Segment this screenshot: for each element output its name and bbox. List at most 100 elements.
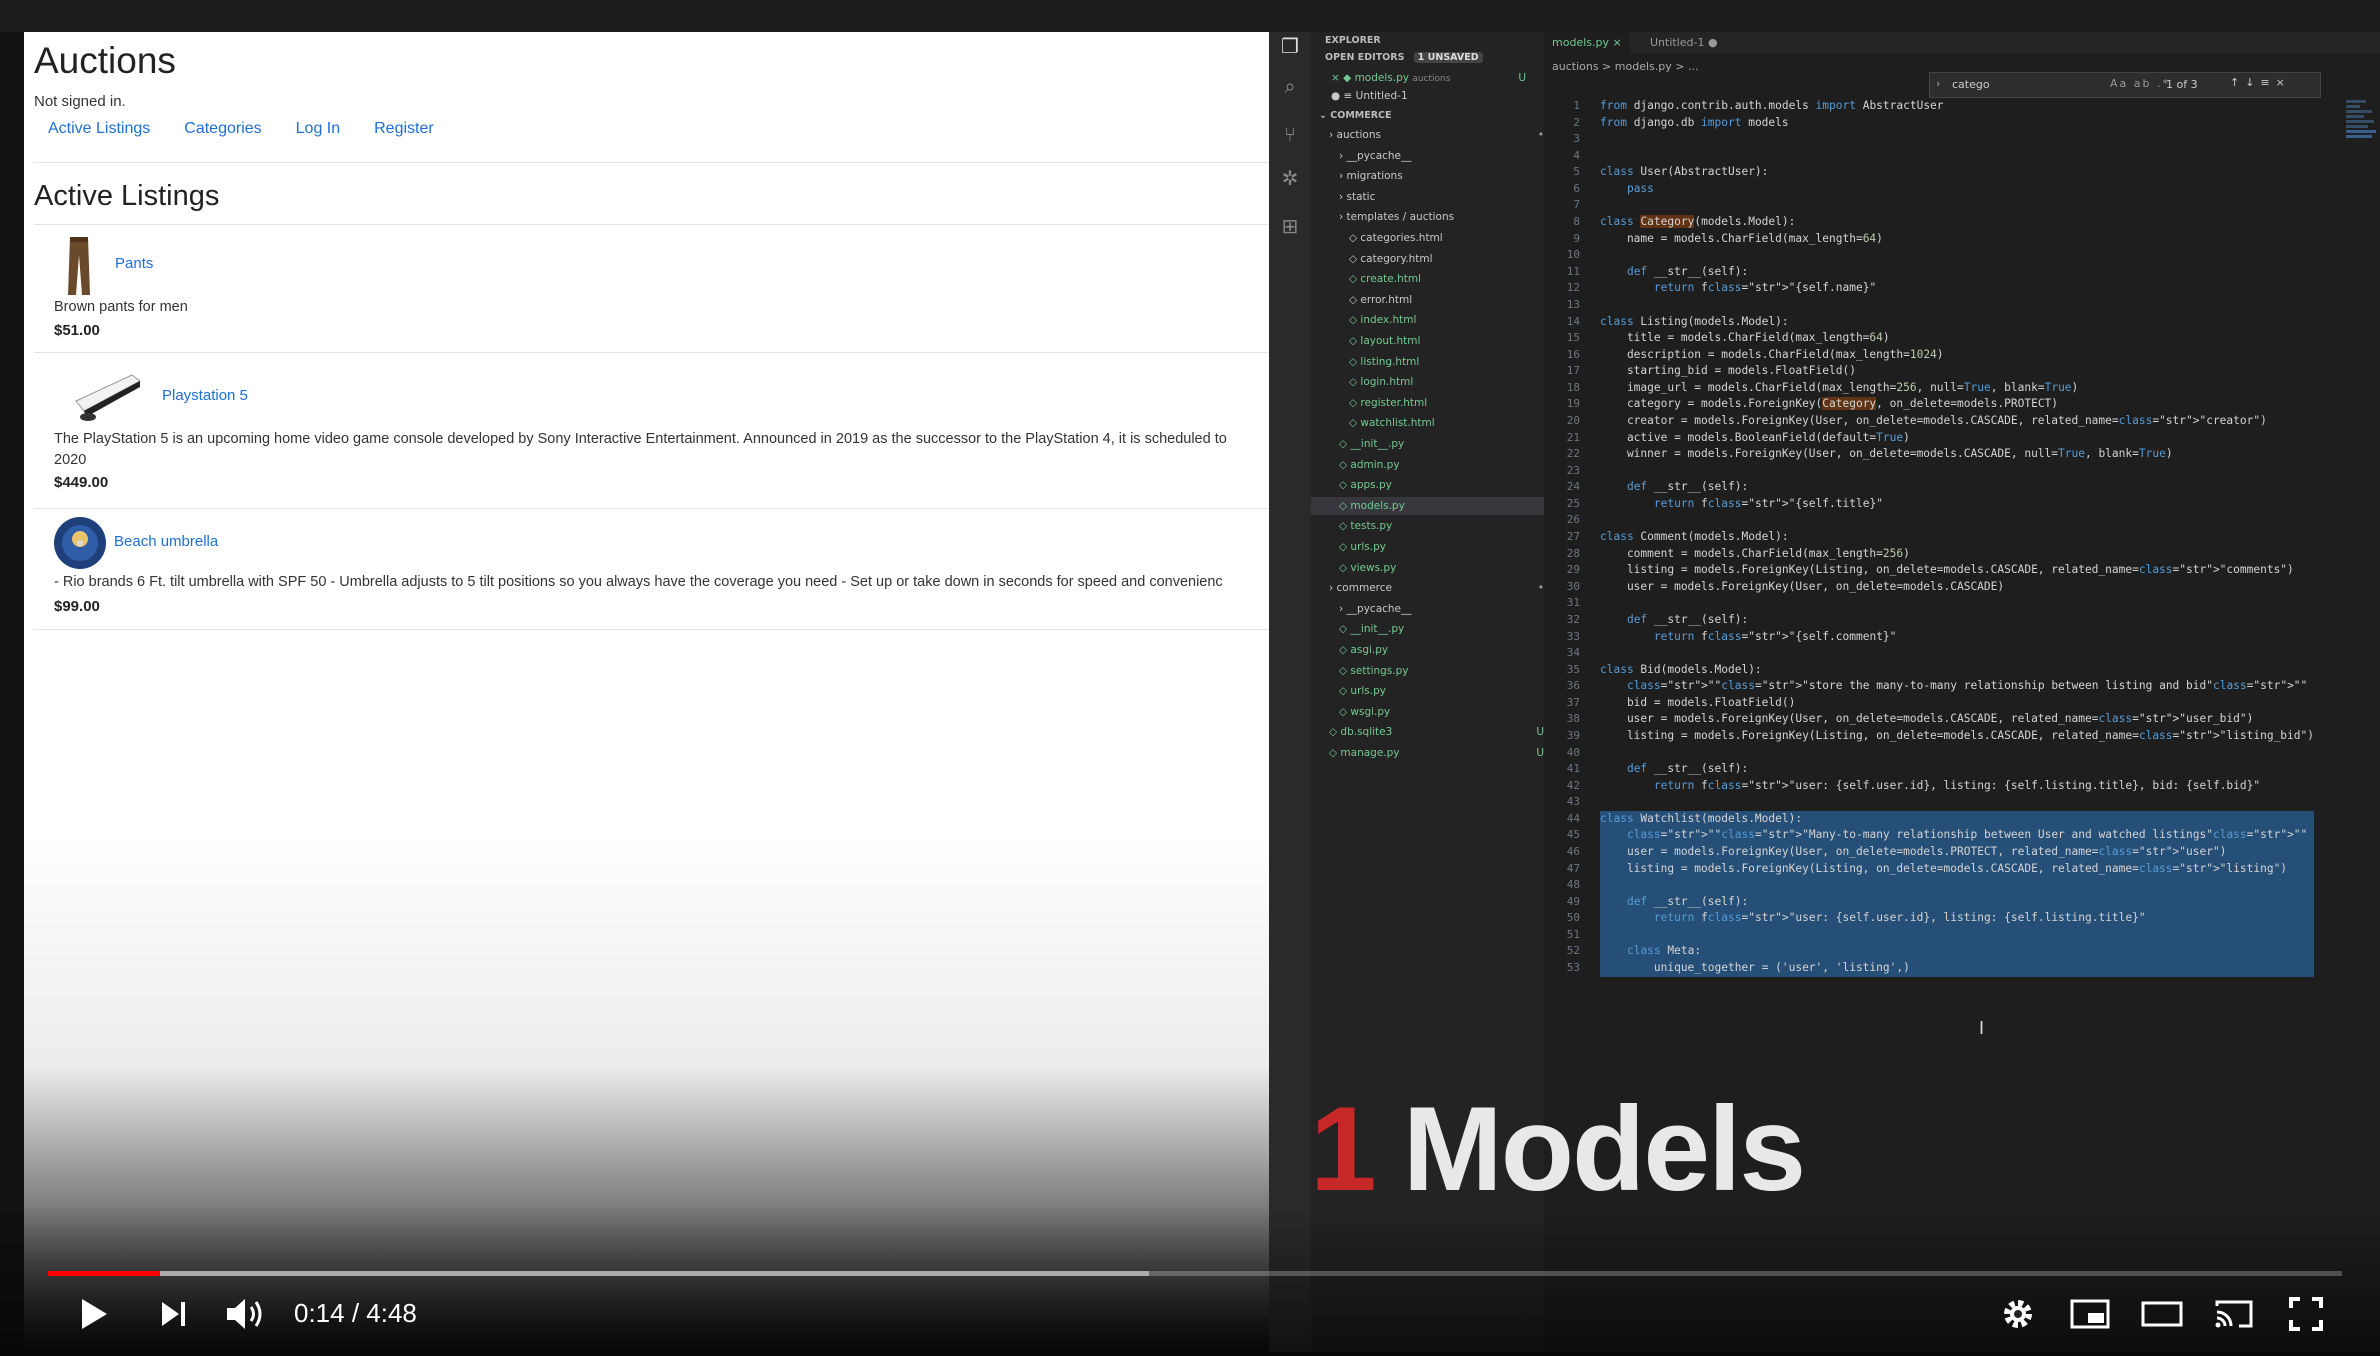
code-line[interactable]: def __str__(self): xyxy=(1600,893,2314,911)
code-line[interactable]: class="str">""class="str">"store the man… xyxy=(1600,678,2314,695)
code-line[interactable]: title = models.CharField(max_length=64) xyxy=(1600,330,2314,347)
project-header[interactable]: ⌄ COMMERCE xyxy=(1319,107,1552,125)
settings-button[interactable] xyxy=(1994,1290,2042,1338)
nav-log-in[interactable]: Log In xyxy=(296,120,340,138)
file-tree-item[interactable]: ◇ index.htmlU xyxy=(1311,311,1582,329)
code-line[interactable]: class Comment(models.Model): xyxy=(1600,529,2314,546)
nav-register[interactable]: Register xyxy=(374,120,434,138)
debug-icon[interactable]: ✲ xyxy=(1279,168,1301,190)
file-tree-item[interactable]: ◇ error.html xyxy=(1311,291,1582,309)
fullscreen-button[interactable] xyxy=(2282,1290,2330,1338)
code-line[interactable]: starting_bid = models.FloatField() xyxy=(1600,363,2314,380)
nav-active-listings[interactable]: Active Listings xyxy=(48,120,150,138)
file-tree-item[interactable]: › auctions • xyxy=(1311,126,1562,144)
code-line[interactable]: bid = models.FloatField() xyxy=(1600,695,2314,712)
code-line[interactable] xyxy=(1600,794,2314,811)
code-line[interactable]: user = models.ForeignKey(User, on_delete… xyxy=(1600,579,2314,596)
code-line[interactable]: winner = models.ForeignKey(User, on_dele… xyxy=(1600,446,2314,463)
file-tree-item[interactable]: ◇ categories.html xyxy=(1311,229,1582,247)
listing-title[interactable]: Pants xyxy=(115,255,153,272)
code-line[interactable]: unique_together = ('user', 'listing',) xyxy=(1600,960,2314,977)
file-tree-item[interactable]: ◇ settings.pyU xyxy=(1311,662,1572,680)
theater-mode-button[interactable] xyxy=(2138,1290,2186,1338)
minimap[interactable] xyxy=(2342,98,2380,218)
file-tree-item[interactable]: ◇ db.sqlite3 U xyxy=(1311,723,1562,741)
play-button[interactable] xyxy=(70,1290,118,1338)
code-line[interactable]: comment = models.CharField(max_length=25… xyxy=(1600,546,2314,563)
file-tree-item[interactable]: ◇ tests.pyU xyxy=(1311,517,1572,535)
code-line[interactable]: return fclass="str">"{self.comment}" xyxy=(1600,629,2314,646)
code-line[interactable]: active = models.BooleanField(default=Tru… xyxy=(1600,430,2314,447)
file-tree-item[interactable]: › commerce • xyxy=(1311,579,1562,597)
tab-models-py[interactable]: models.py × xyxy=(1544,32,1630,54)
next-button[interactable] xyxy=(150,1290,198,1338)
file-tree-item[interactable]: › migrations• xyxy=(1311,167,1572,185)
code-line[interactable]: listing = models.ForeignKey(Listing, on_… xyxy=(1600,860,2314,878)
code-line[interactable]: return fclass="str">"{self.title}" xyxy=(1600,496,2314,513)
code-line[interactable]: pass xyxy=(1600,181,2314,198)
code-line[interactable]: image_url = models.CharField(max_length=… xyxy=(1600,380,2314,397)
code-line[interactable] xyxy=(1600,148,2314,165)
code-line[interactable] xyxy=(1600,297,2314,314)
file-tree-item[interactable]: ◇ listing.htmlU xyxy=(1311,353,1582,371)
file-tree-item[interactable]: ◇ register.htmlU xyxy=(1311,394,1582,412)
listing-title[interactable]: Playstation 5 xyxy=(162,387,248,404)
code-line[interactable]: def __str__(self): xyxy=(1600,761,2314,778)
code-line[interactable] xyxy=(1600,512,2314,529)
nav-categories[interactable]: Categories xyxy=(184,120,261,138)
code-line[interactable] xyxy=(1600,595,2314,612)
cast-button[interactable] xyxy=(2210,1290,2258,1338)
file-tree-item[interactable]: ◇ login.htmlU xyxy=(1311,373,1582,391)
code-line[interactable]: class Meta: xyxy=(1600,943,2314,961)
code-line[interactable] xyxy=(1600,926,2314,944)
file-tree-item[interactable]: ◇ __init__.pyU xyxy=(1311,435,1572,453)
code-line[interactable]: description = models.CharField(max_lengt… xyxy=(1600,347,2314,364)
code-line[interactable]: return fclass="str">"user: {self.user.id… xyxy=(1600,778,2314,795)
file-tree-item[interactable]: ◇ category.html xyxy=(1311,250,1582,268)
file-tree-item[interactable]: › __pycache__• xyxy=(1311,600,1572,618)
code-line[interactable]: name = models.CharField(max_length=64) xyxy=(1600,231,2314,248)
code-line[interactable]: class Bid(models.Model): xyxy=(1600,662,2314,679)
tab-untitled[interactable]: Untitled-1 ● xyxy=(1642,32,1726,54)
code-line[interactable]: from django.db import models xyxy=(1600,115,2314,132)
file-tree-item[interactable]: ◇ wsgi.pyU xyxy=(1311,703,1572,721)
volume-button[interactable] xyxy=(222,1290,270,1338)
breadcrumb[interactable]: auctions > models.py > ... xyxy=(1552,60,1698,73)
code-line[interactable]: return fclass="str">"user: {self.user.id… xyxy=(1600,910,2314,927)
file-tree-item[interactable]: ◇ admin.pyU xyxy=(1311,456,1572,474)
code-line[interactable]: category = models.ForeignKey(Category, o… xyxy=(1600,396,2314,413)
file-tree-item[interactable]: › templates / auctions• xyxy=(1311,208,1572,226)
code-line[interactable]: class="str">""class="str">"Many-to-many … xyxy=(1600,827,2314,845)
listing-title[interactable]: Beach umbrella xyxy=(114,533,218,550)
code-line[interactable] xyxy=(1600,877,2314,894)
find-nav-icons[interactable]: ↑↓≡× xyxy=(2230,76,2291,89)
files-icon[interactable]: ❐ xyxy=(1279,36,1301,58)
umbrella-image[interactable] xyxy=(50,515,110,571)
file-tree-item[interactable]: ◇ __init__.pyU xyxy=(1311,620,1572,638)
file-tree-item[interactable]: ◇ create.htmlU xyxy=(1311,270,1582,288)
file-tree-item[interactable]: ◇ views.pyU xyxy=(1311,559,1572,577)
file-tree-item[interactable]: ◇ watchlist.htmlU xyxy=(1311,414,1582,432)
file-tree-item[interactable]: ◇ models.pyU xyxy=(1311,496,1572,515)
open-editor-item[interactable]: ● ≡ Untitled-1 xyxy=(1331,87,1564,105)
code-line[interactable] xyxy=(1600,745,2314,762)
code-line[interactable]: class User(AbstractUser): xyxy=(1600,164,2314,181)
video-frame[interactable]: Auctions Not signed in. Active Listings … xyxy=(0,0,2380,1356)
code-line[interactable]: user = models.ForeignKey(User, on_delete… xyxy=(1600,844,2314,861)
code-line[interactable]: class Watchlist(models.Model): xyxy=(1600,810,2314,828)
open-editor-item[interactable]: × ◆ models.py auctions U xyxy=(1331,69,1564,87)
miniplayer-button[interactable] xyxy=(2066,1290,2114,1338)
chevron-right-icon[interactable]: › xyxy=(1936,77,1940,90)
pants-image[interactable] xyxy=(64,235,94,297)
file-tree-item[interactable]: › __pycache__• xyxy=(1311,147,1572,165)
code-line[interactable] xyxy=(1600,247,2314,264)
find-options-icon[interactable]: Aa ab .* xyxy=(2110,77,2170,90)
file-tree-item[interactable]: ◇ manage.py U xyxy=(1311,744,1562,762)
code-line[interactable] xyxy=(1600,463,2314,480)
code-line[interactable] xyxy=(1600,645,2314,662)
file-tree-item[interactable]: ◇ apps.pyU xyxy=(1311,476,1572,494)
source-control-icon[interactable]: ⑂ xyxy=(1279,124,1301,146)
code-line[interactable] xyxy=(1600,131,2314,148)
extensions-icon[interactable]: ⊞ xyxy=(1279,216,1301,238)
code-line[interactable] xyxy=(1600,197,2314,214)
